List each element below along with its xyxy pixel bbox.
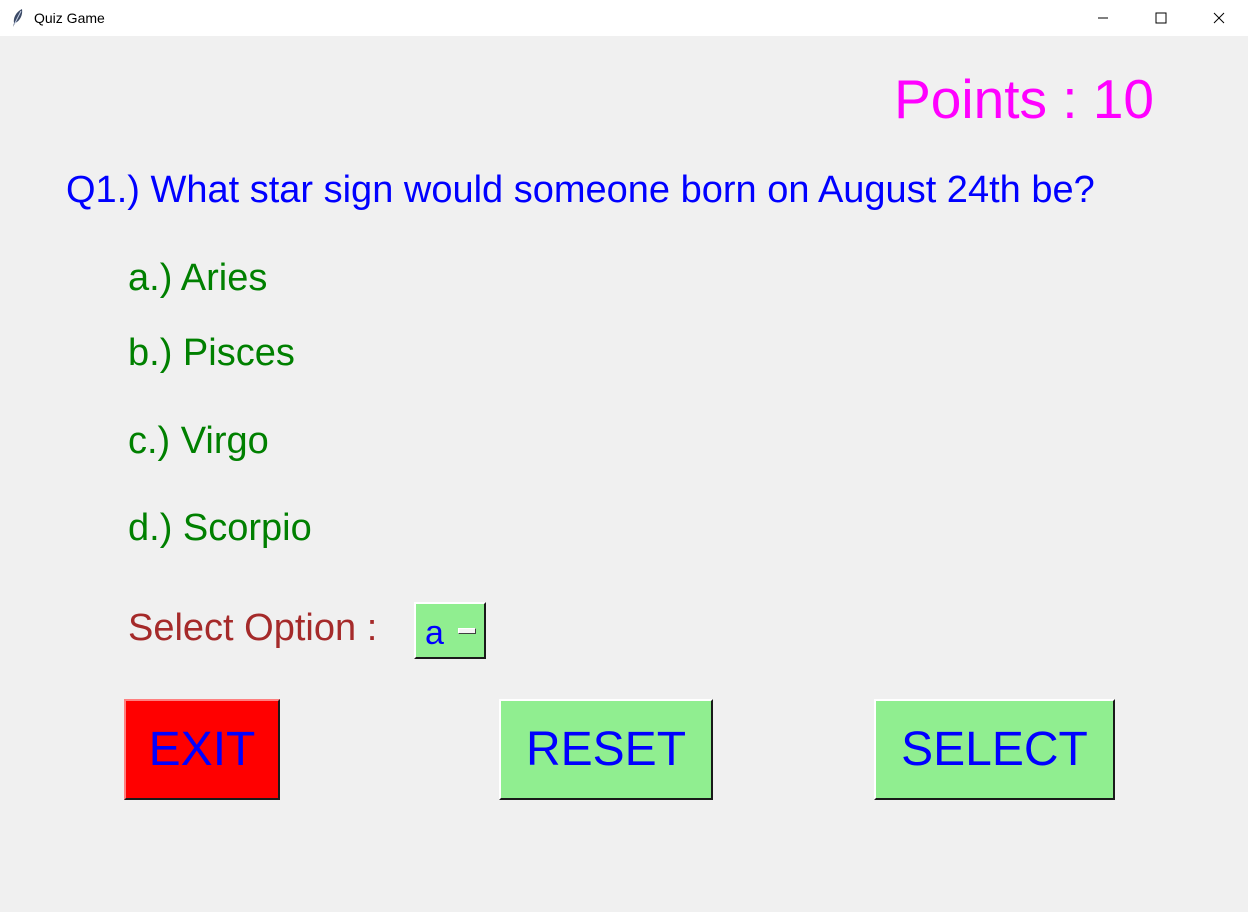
dropdown-indicator-icon	[458, 628, 476, 634]
select-button[interactable]: SELECT	[874, 699, 1115, 800]
minimize-button[interactable]	[1074, 0, 1132, 36]
minimize-icon	[1097, 12, 1109, 24]
close-button[interactable]	[1190, 0, 1248, 36]
maximize-icon	[1155, 12, 1167, 24]
title-bar: Quiz Game	[0, 0, 1248, 36]
question-text: Q1.) What star sign would someone born o…	[66, 169, 1095, 211]
exit-button[interactable]: EXIT	[124, 699, 280, 800]
option-dropdown[interactable]: a	[414, 602, 486, 659]
option-b: b.) Pisces	[128, 332, 295, 374]
close-icon	[1213, 12, 1225, 24]
reset-button[interactable]: RESET	[499, 699, 713, 800]
maximize-button[interactable]	[1132, 0, 1190, 36]
feather-icon	[10, 8, 26, 28]
select-option-label: Select Option :	[128, 607, 378, 649]
option-d: d.) Scorpio	[128, 507, 312, 549]
selected-option-value: a	[425, 614, 444, 652]
quiz-window: Quiz Game Points : 10 Q1.) What star sig…	[0, 0, 1248, 912]
option-c: c.) Virgo	[128, 420, 269, 462]
option-a: a.) Aries	[128, 257, 268, 299]
window-title: Quiz Game	[34, 10, 105, 26]
points-display: Points : 10	[894, 68, 1154, 130]
